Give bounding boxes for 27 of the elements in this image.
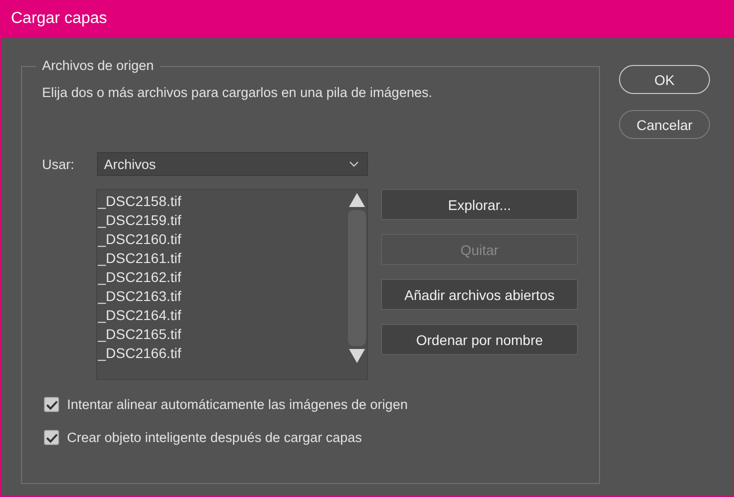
checkbox-label: Intentar alinear automáticamente las imágenes de origen xyxy=(67,397,408,412)
checkbox[interactable] xyxy=(44,397,59,412)
file-item[interactable]: _DSC2160.tif xyxy=(97,230,347,249)
file-item[interactable]: _DSC2164.tif xyxy=(97,306,347,325)
file-item[interactable]: _DSC2159.tif xyxy=(97,211,347,230)
use-dropdown[interactable]: Archivos xyxy=(97,152,368,176)
dialog-button[interactable]: Cancelar xyxy=(619,110,710,139)
scroll-down-icon[interactable] xyxy=(348,348,366,364)
dialog-button[interactable]: OK xyxy=(619,65,710,94)
action-button[interactable]: Ordenar por nombre xyxy=(381,324,578,355)
window-title: Cargar capas xyxy=(11,10,108,28)
chevron-icon xyxy=(349,161,359,167)
file-item[interactable]: _DSC2163.tif xyxy=(97,287,347,306)
file-item[interactable]: _DSC2162.tif xyxy=(97,268,347,287)
action-button[interactable]: Añadir archivos abiertos xyxy=(381,279,578,310)
file-item[interactable]: _DSC2165.tif xyxy=(97,325,347,344)
group-title: Archivos de origen xyxy=(36,58,160,73)
file-item[interactable]: _DSC2166.tif xyxy=(97,344,347,363)
scroll-thumb[interactable] xyxy=(348,210,366,346)
scroll-up-icon[interactable] xyxy=(348,192,366,208)
use-label: Usar: xyxy=(42,156,76,172)
checkbox[interactable] xyxy=(44,430,59,445)
file-item[interactable]: _DSC2161.tif xyxy=(97,249,347,268)
checkbox-label: Crear objeto inteligente después de cargar capas xyxy=(67,430,362,445)
file-item[interactable]: _DSC2158.tif xyxy=(97,192,347,211)
description-text: Elija dos o más archivos para cargarlos en una pila de imágenes. xyxy=(42,85,434,100)
action-button[interactable]: Explorar... xyxy=(381,189,578,220)
